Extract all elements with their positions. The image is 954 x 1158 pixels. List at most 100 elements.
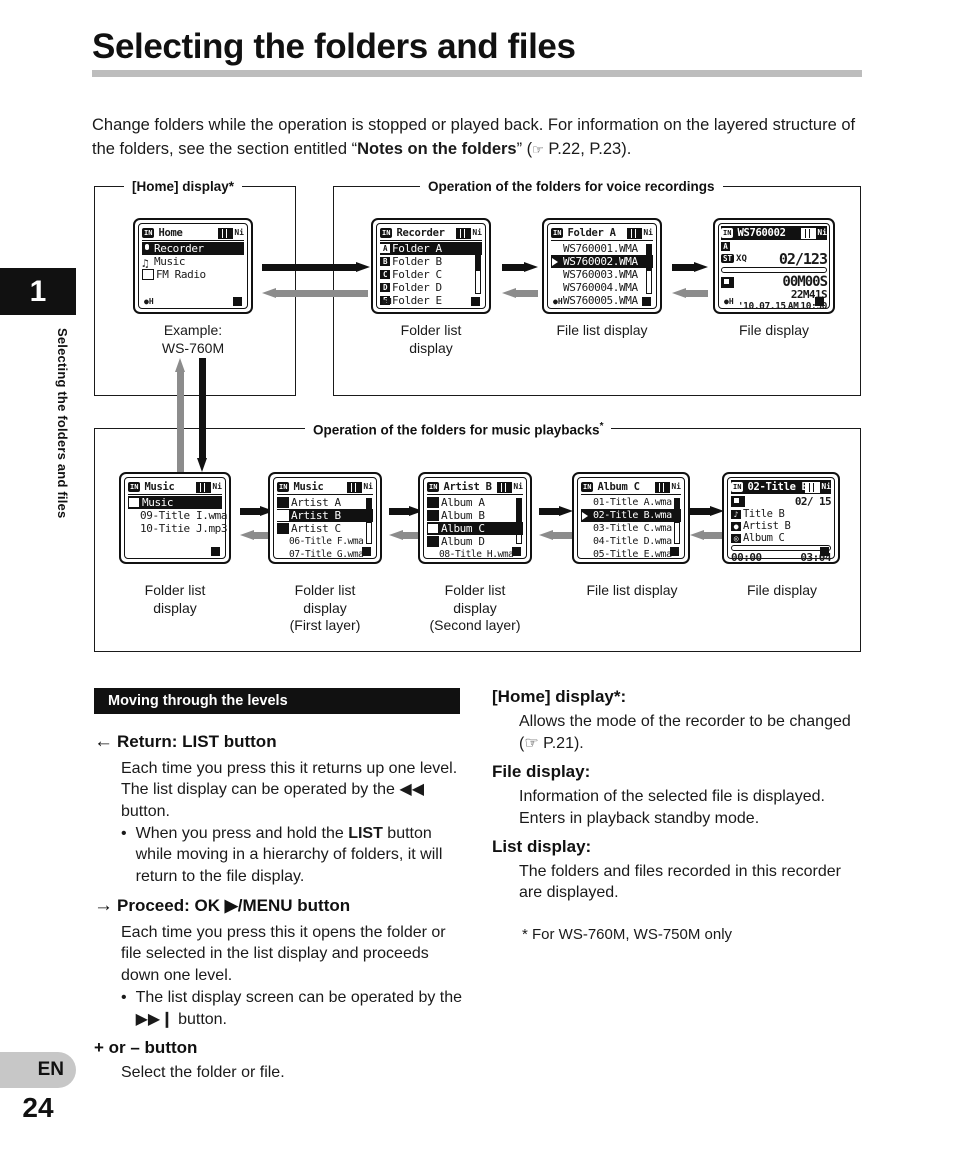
list-item[interactable]: Recorder [142,242,244,255]
table-row[interactable]: Album B [427,509,523,522]
scrollbar[interactable] [516,498,522,544]
list-item-label: Album A [441,496,485,509]
group-title-music-asterisk: * [599,421,604,432]
table-row[interactable]: B Folder B [380,255,482,268]
table-row[interactable]: Artist C [277,522,373,535]
list-item-label: Folder B [392,255,442,268]
list-item-label: 10-Titie J.mp3 [140,522,228,535]
table-row[interactable]: WS760004.WMA [551,281,653,294]
battery-icon: Ni [801,226,827,240]
definition-heading-home: [Home] display*: [492,687,627,706]
lcd-footer: ●H [144,295,242,306]
definition-body-list: The folders and files recorded in this r… [519,863,841,902]
chapter-number-tab: 1 [0,268,76,315]
memory-icon [233,297,242,306]
table-row[interactable]: WS760002.WMA [551,255,653,268]
section-header-label: Moving through the levels [108,693,288,709]
pointer-icon: ☞ [532,141,544,157]
table-row[interactable]: WS760003.WMA [551,268,653,281]
list-item[interactable]: FM Radio [142,268,244,281]
arrow-left-icon: ← [94,731,113,752]
list-item[interactable]: ♫ Music [142,255,244,270]
lcd-voice-file-display: IN WS760002 Ni A ST XQ 02/123 00M00S 22M… [713,218,835,314]
note-icon: ♫ [142,257,149,270]
table-row[interactable]: Album C [427,522,523,535]
table-row[interactable]: WS760001.WMA [551,242,653,255]
note-icon: ♪ [731,509,741,519]
scrollbar[interactable] [674,498,680,544]
list-item-label: 09-Title I.wma [140,509,228,522]
radio-icon [142,269,154,280]
battery-icon: Ni [627,226,653,240]
battery-icon: Ni [497,480,523,494]
intro-page-ref: P.22, P.23). [548,139,632,158]
arrow-left-files-to-albums [539,530,573,541]
caption-music-file-display: File display [712,582,852,600]
table-row[interactable]: 10-Titie J.mp3 [128,522,228,535]
table-row[interactable]: Artist A [277,496,373,509]
spacer-icon [551,270,561,279]
instruction-body-plusminus: Select the folder or file. [121,1064,285,1082]
arrow-right-home-to-recorder [262,262,370,273]
memory-icon [815,297,824,306]
lcd-header: IN Home Ni [142,226,244,241]
mic-sensitivity-icon: ●H [724,297,734,306]
bullet-text-bold: LIST [348,825,383,842]
quality-badge: XQ [736,253,747,264]
instruction-bullet-return: • When you press and hold the LIST butto… [94,823,466,887]
memory-icon [471,297,480,306]
folder-icon [277,510,289,521]
caption-line-1: File display [746,582,818,598]
lcd-music-file-display: IN 02-Title B Ni 02/ 15 ♪ Title B ● Artist… [722,472,840,564]
caption-line-1: Folder list [144,582,206,598]
scrollbar[interactable] [475,244,481,294]
artist-row: ● Artist B [731,520,831,532]
caption-line-1: File display [738,322,810,338]
instructions-right-column: [Home] display*: Allows the mode of the … [492,686,862,943]
caption-file-list-display: File list display [532,322,672,340]
table-row[interactable]: Artist B [277,509,373,522]
table-row[interactable]: A Folder A [380,242,482,255]
caption-music-albums: Folder list display (Second layer) [405,582,545,635]
mic-sensitivity-icon: ●H [144,297,154,306]
table-row[interactable]: 02-Title B.wma [581,509,681,522]
table-row[interactable]: 03-Title C.wma [581,522,681,535]
in-badge-icon: IN [581,482,594,492]
instruction-heading-proceed: → Proceed: OK ▶/MENU button [94,894,466,919]
group-title-music-playbacks: Operation of the folders for music playb… [305,421,612,438]
file-counter: 02/123 [778,249,828,268]
in-badge-icon: IN [277,482,290,492]
list-item-label: 03-Title C.wma [593,523,672,534]
instruction-heading-return: ← Return: LIST button [94,730,466,755]
stop-icon [731,496,745,507]
table-row[interactable]: 09-Title I.wma [128,509,228,522]
battery-icon: Ni [456,226,482,240]
caption-line-1: File list display [586,582,678,598]
mic-sensitivity-icon: ●H [553,297,563,306]
table-row[interactable]: 01-Title A.wma [581,496,681,509]
stop-icon [721,276,734,288]
caption-line-3: (First layer) [289,617,361,633]
in-badge-icon: IN [380,228,393,238]
spacer-icon [581,498,591,507]
list-item-label: Artist C [291,522,341,535]
page-title: Selecting the folders and files [92,27,576,66]
intro-text-part2: ” ( [516,139,533,158]
mic-icon [142,244,152,253]
arrow-left-file-to-folder [672,288,708,299]
lcd-home-display: IN Home Ni Recorder ♫ Music FM Radio ●H [133,218,253,314]
file-counter: 02/ 15 [794,495,832,508]
caption-line-2: display [409,339,453,356]
lcd-title: Folder A [567,227,616,239]
caption-folder-list-display: Folder list display [371,322,491,357]
table-row[interactable]: Album A [427,496,523,509]
table-row[interactable]: D Folder D [380,281,482,294]
caption-line-3: (Second layer) [429,617,521,633]
scrollbar[interactable] [366,498,372,544]
table-row[interactable]: Music [128,496,222,509]
list-item-label: 02-Title B.wma [593,510,672,521]
table-row[interactable]: C Folder C [380,268,482,281]
folder-icon [427,497,439,508]
scrollbar[interactable] [646,244,652,294]
list-item-label: WS760003.WMA [563,268,638,281]
